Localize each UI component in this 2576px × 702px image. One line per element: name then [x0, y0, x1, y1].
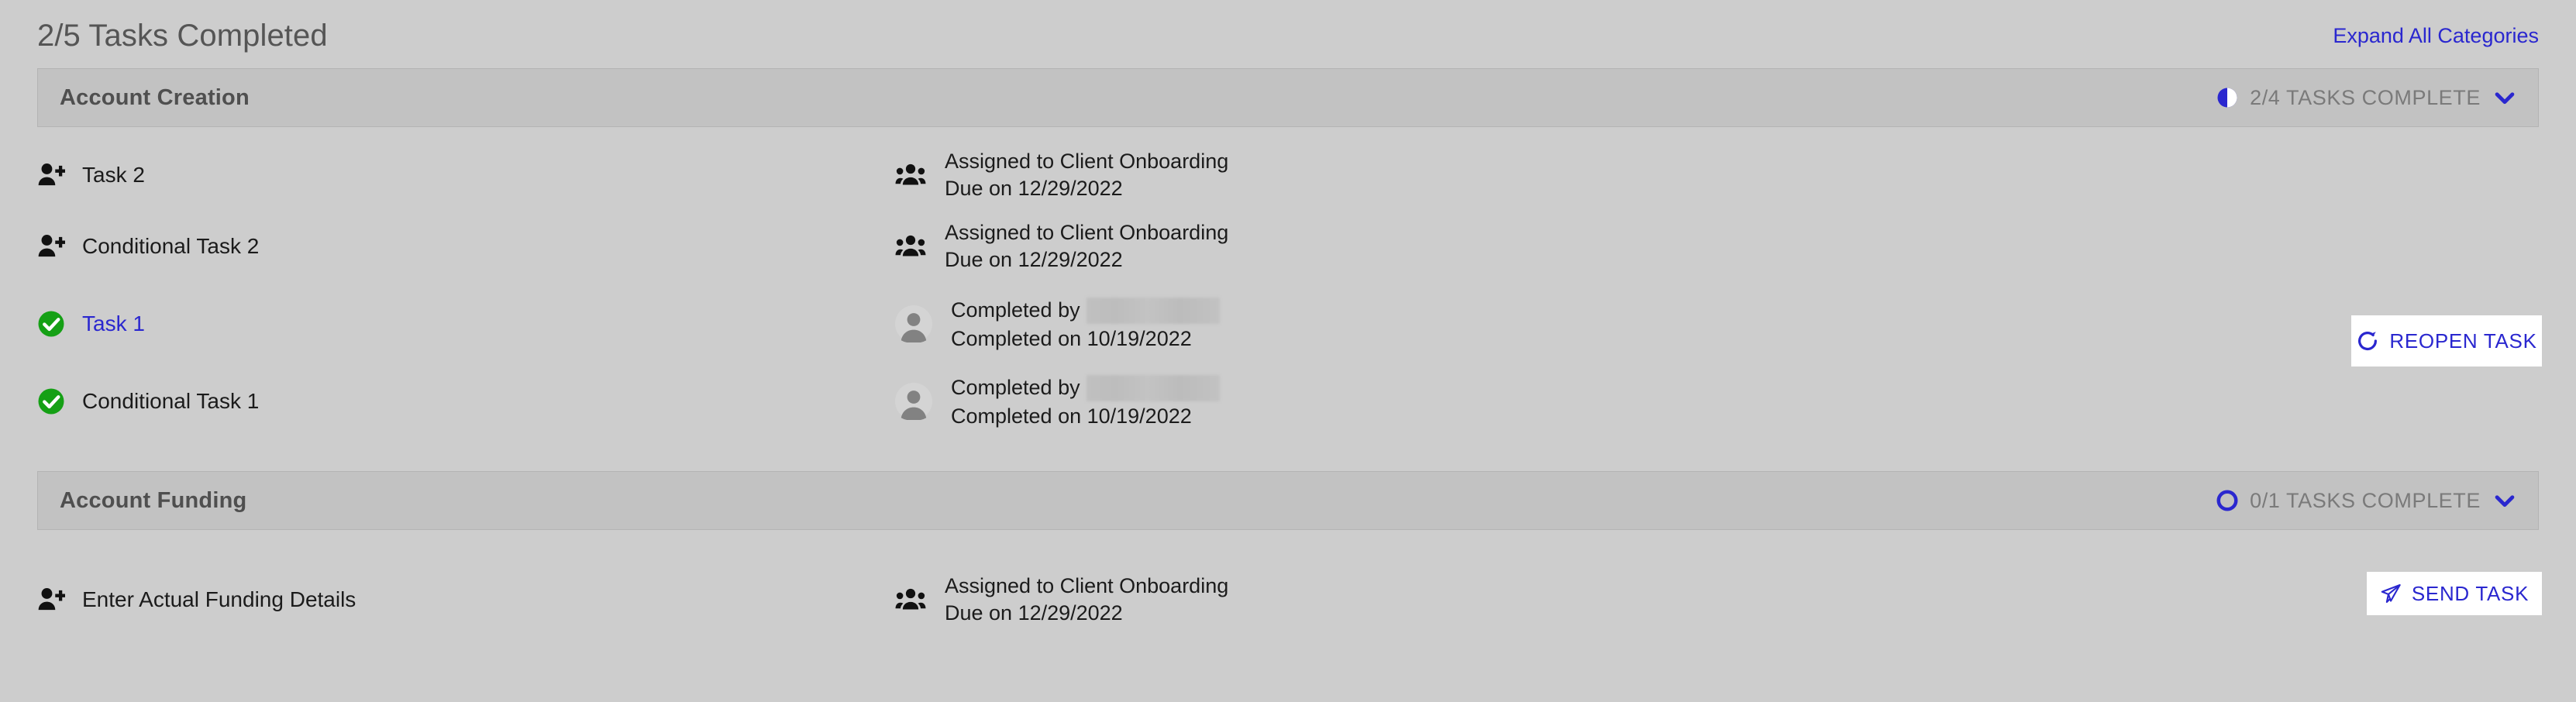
- completed-by-text: Completed by: [951, 298, 1080, 322]
- assigned-to-text: Assigned to Client Onboarding: [945, 150, 1229, 174]
- avatar-icon: [895, 305, 932, 342]
- check-circle-icon: [37, 310, 65, 338]
- table-row: Task 1 Completed by Completed on 10/19/2…: [0, 288, 2576, 360]
- task-identity: Task 1: [37, 288, 145, 360]
- assignment-line: Assigned to Client Onboarding: [945, 222, 1228, 244]
- category-header-account-funding[interactable]: Account Funding 0/1 TASKS COMPLETE: [37, 471, 2539, 530]
- completion-meta: Completed by Completed on 10/19/2022: [951, 297, 1220, 350]
- task-identity: Conditional Task 1: [37, 366, 259, 437]
- category-status: 2/4 TASKS COMPLETE: [2216, 84, 2518, 111]
- completed-by-line: Completed by: [951, 297, 1220, 324]
- send-task-label: SEND TASK: [2411, 582, 2530, 605]
- table-row: Task 2 Assigned to Client Onboarding Due…: [0, 139, 2576, 211]
- task-identity: Conditional Task 2: [37, 211, 259, 282]
- check-circle-icon: [37, 387, 65, 415]
- category-status-text: 2/4 TASKS COMPLETE: [2250, 85, 2481, 109]
- task-completion: Completed by Completed on 10/19/2022: [895, 288, 1220, 360]
- completion-meta: Completed by Completed on 10/19/2022: [951, 374, 1220, 428]
- users-group-icon: [895, 587, 926, 613]
- reopen-task-button[interactable]: REOPEN TASK: [2351, 315, 2542, 366]
- task-label[interactable]: Task 1: [82, 313, 145, 335]
- due-date-line: Due on 12/29/2022: [945, 600, 1123, 625]
- due-date-line: Due on 12/29/2022: [945, 176, 1123, 200]
- task-label: Conditional Task 1: [82, 389, 260, 413]
- category-header-account-creation[interactable]: Account Creation 2/4 TASKS COMPLETE: [37, 68, 2539, 127]
- table-row: Conditional Task 1 Completed by Complete…: [0, 366, 2576, 437]
- category-title: Account Funding: [60, 487, 247, 513]
- redacted-user-name: [1086, 297, 1220, 324]
- task-assignment: Assigned to Client Onboarding Due on 12/…: [895, 564, 1228, 635]
- user-plus-icon: [37, 161, 65, 189]
- completed-by-line: Completed by: [951, 374, 1220, 401]
- due-date-line: Due on 12/29/2022: [945, 247, 1123, 271]
- task-assignment: Assigned to Client Onboarding Due on 12/…: [895, 139, 1228, 211]
- expand-all-categories-link[interactable]: Expand All Categories: [2333, 25, 2539, 46]
- assignment-line: Assigned to Client Onboarding: [945, 575, 1228, 597]
- empty-circle-icon: [2216, 489, 2239, 512]
- assignment-line: Assigned to Client Onboarding: [945, 150, 1228, 173]
- assignment-meta: Assigned to Client Onboarding Due on 12/…: [945, 575, 1228, 624]
- task-label: Task 2: [82, 163, 145, 187]
- assignment-meta: Assigned to Client Onboarding Due on 12/…: [945, 222, 1228, 270]
- completed-on-line: Completed on 10/19/2022: [951, 326, 1192, 350]
- send-task-button[interactable]: SEND TASK: [2367, 572, 2542, 615]
- completed-on-line: Completed on 10/19/2022: [951, 404, 1192, 428]
- task-identity: Task 2: [37, 139, 145, 211]
- table-row: Enter Actual Funding Details Assigned to…: [0, 564, 2576, 635]
- task-label: Enter Actual Funding Details: [82, 587, 356, 611]
- assigned-to-text: Assigned to Client Onboarding: [945, 221, 1229, 245]
- chevron-down-icon[interactable]: [2492, 487, 2518, 514]
- task-label: Conditional Task 2: [82, 234, 260, 258]
- page-header: 2/5 Tasks Completed Expand All Categorie…: [0, 0, 2576, 71]
- users-group-icon: [895, 233, 926, 260]
- assigned-to-text: Assigned to Client Onboarding: [945, 574, 1229, 598]
- half-filled-circle-icon: [2216, 86, 2239, 109]
- category-status-text: 0/1 TASKS COMPLETE: [2250, 488, 2481, 512]
- completed-by-text: Completed by: [951, 376, 1080, 400]
- page-title: 2/5 Tasks Completed: [37, 19, 328, 53]
- task-assignment: Assigned to Client Onboarding Due on 12/…: [895, 211, 1228, 282]
- avatar-icon: [895, 383, 932, 420]
- redacted-user-name: [1086, 374, 1220, 401]
- category-title: Account Creation: [60, 84, 250, 110]
- task-checklist-page: 2/5 Tasks Completed Expand All Categorie…: [0, 0, 2576, 702]
- task-identity: Enter Actual Funding Details: [37, 564, 356, 635]
- table-row: Conditional Task 2 Assigned to Client On…: [0, 211, 2576, 282]
- refresh-icon: [2356, 329, 2379, 353]
- user-plus-icon: [37, 586, 65, 614]
- task-completion: Completed by Completed on 10/19/2022: [895, 366, 1220, 437]
- category-status: 0/1 TASKS COMPLETE: [2216, 487, 2518, 514]
- assignment-meta: Assigned to Client Onboarding Due on 12/…: [945, 150, 1228, 199]
- users-group-icon: [895, 162, 926, 188]
- user-plus-icon: [37, 232, 65, 260]
- reopen-task-label: REOPEN TASK: [2389, 329, 2537, 353]
- chevron-down-icon[interactable]: [2492, 84, 2518, 111]
- paper-plane-icon: [2380, 583, 2402, 604]
